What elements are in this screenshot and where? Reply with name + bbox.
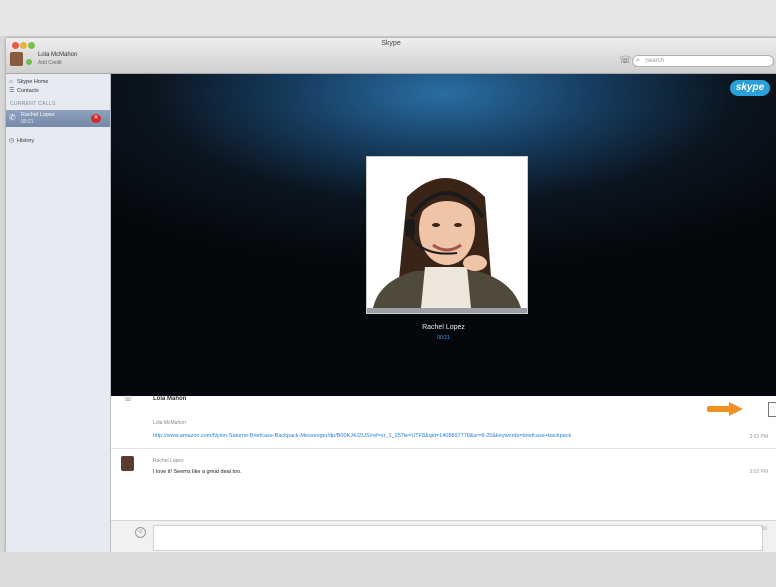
highlight-arrow-icon [707,402,743,416]
send-contacts-icon[interactable] [768,402,776,417]
search-box[interactable]: ⌕ [632,55,774,67]
call-duration: 00:21 [437,335,450,341]
title-bar: Skype Lola McMahon Add Credit ☏ ⌕ [6,38,776,74]
message-text: I love it! Seems like a great deal too. [153,469,242,475]
account-name[interactable]: Lola McMahon [38,52,77,58]
chat-topic: Lola Mahon [153,396,187,402]
search-input[interactable] [645,56,767,66]
presentation-frame-top [0,0,776,36]
search-icon: ⌕ [636,57,640,64]
window-title: Skype [381,40,401,47]
message-input[interactable] [153,525,763,551]
chat-icon: ☏ [123,394,134,403]
sidebar-item-active-call[interactable]: ✆ Rachel Lopez 00:21 ✕ [6,110,110,127]
send-file-icon[interactable]: ☺ [761,525,768,532]
skype-window: Skype Lola McMahon Add Credit ☏ ⌕ ⌂Skype… [6,38,776,552]
caller-name: Rachel Lopez [422,324,465,331]
end-call-button[interactable]: ✕ [91,114,101,123]
message-link[interactable]: http://www.amazon.com/Nylon-Saturne-Brie… [153,433,571,439]
online-status-icon[interactable] [26,59,32,65]
sidebar-item-label: Skype Home [17,79,49,85]
sidebar-item-contacts[interactable]: ☰ Contacts [9,86,39,96]
message-sender: Rachel Lopez [153,458,184,464]
message-divider [111,448,776,449]
presentation-frame-bottom [0,552,776,587]
add-credit-link[interactable]: Add Credit [38,60,62,66]
contacts-icon: ☰ [9,88,15,94]
video-call-area: skype Rachel Lopez 00:21 [111,74,776,396]
phone-icon: ✆ [9,113,16,122]
emoticon-icon[interactable]: ☺ [135,527,146,538]
active-call-duration: 00:21 [21,119,34,125]
sidebar-item-history[interactable]: ◷ History [9,136,34,146]
caller-portrait-image [367,157,527,308]
sidebar-item-label: History [17,138,35,144]
sidebar: ⌂ Skype Home ☰ Contacts CURRENT CALLS ✆ Ra… [6,74,111,552]
user-avatar[interactable] [10,52,23,66]
message-composer: ☺ ☺ [111,520,776,552]
skype-logo: skype [730,80,770,96]
active-call-name: Rachel Lopez [21,112,55,118]
sidebar-item-label: Contacts [17,88,39,94]
chat-panel: ☏ Lola Mahon Lola McMahon http://www.ama… [111,394,776,552]
current-calls-heading: CURRENT CALLS [10,101,56,107]
message-time: 3:02 PM [749,469,768,475]
history-icon: ◷ [9,138,15,144]
dial-pad-icon[interactable]: ☏ [619,56,632,66]
sender-avatar[interactable] [121,456,134,471]
message-time: 3:02 PM [749,434,768,440]
caller-photo-base [367,308,527,313]
caller-photo [366,156,528,314]
message-sender: Lola McMahon [153,420,186,426]
